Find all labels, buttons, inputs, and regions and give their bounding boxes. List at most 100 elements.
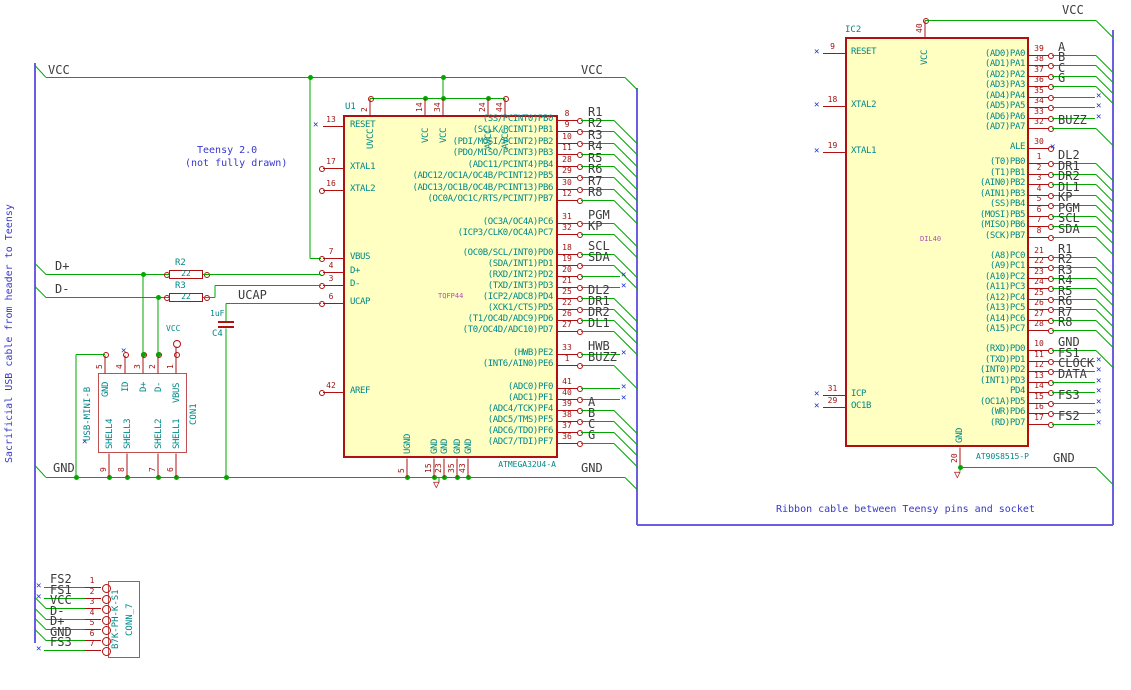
no-connect-icon: ✕ — [1096, 407, 1102, 417]
net-label[interactable]: SDA — [588, 251, 610, 263]
pin-number: 3 — [89, 597, 95, 606]
wire — [581, 264, 614, 266]
bus-entry — [1095, 298, 1114, 317]
net-label[interactable]: G — [588, 429, 595, 441]
net-label-dplus[interactable]: D+ — [55, 260, 69, 272]
u1-ref[interactable]: U1 — [345, 103, 356, 112]
net-label-vcc[interactable]: VCC — [48, 64, 70, 76]
net-label[interactable]: R8 — [1058, 316, 1072, 328]
net-label-vcc[interactable]: VCC — [581, 64, 603, 76]
pin-number: 24 — [1034, 277, 1044, 286]
pin-name: SHELL1 — [172, 418, 182, 449]
no-connect-icon: ✕ — [1096, 386, 1102, 396]
usb-cable-bus — [34, 63, 36, 643]
net-label[interactable]: G — [1058, 72, 1065, 84]
wire — [581, 233, 614, 235]
net-label-vcc[interactable]: VCC — [1062, 4, 1084, 16]
conn7-ref[interactable]: CONN_7 — [125, 603, 135, 636]
net-label-dminus[interactable]: D- — [55, 283, 69, 295]
net-label[interactable]: R8 — [588, 186, 602, 198]
no-connect-icon: ✕ — [621, 348, 627, 358]
net-label[interactable]: KP — [588, 220, 602, 232]
pin-line — [1029, 329, 1049, 331]
pin-number: 3 — [328, 274, 334, 283]
net-label-gnd[interactable]: GND — [1053, 452, 1075, 464]
ribbon-bus-bottom — [637, 524, 1113, 526]
pin-end-circle — [319, 390, 325, 396]
ground-icon: ▽ — [954, 468, 961, 481]
bus-entry — [34, 607, 47, 620]
bus-entry — [34, 464, 47, 478]
pin-name: (A15)PC7 — [984, 324, 1026, 334]
net-label[interactable]: FS3 — [1058, 389, 1080, 401]
ic2-ref[interactable]: IC2 — [845, 26, 861, 35]
pin-line — [1029, 127, 1049, 129]
pin-number: 40 — [915, 23, 924, 33]
pin-number: 5 — [95, 364, 104, 369]
con1-value[interactable]: USB-MINI-B — [83, 387, 93, 441]
pin-name: SHELL2 — [154, 418, 164, 449]
pin-name: (OC1A)PD5 — [979, 397, 1026, 407]
pin-number: 6 — [89, 629, 95, 638]
net-label[interactable]: SDA — [1058, 223, 1080, 235]
pin-line — [323, 125, 343, 127]
bus-entry — [34, 285, 47, 298]
wire — [1052, 127, 1096, 129]
pin-line — [323, 271, 343, 273]
pin-number: 3 — [1036, 173, 1042, 182]
r2-ref[interactable]: R2 — [175, 259, 186, 268]
pin-number: 33 — [562, 343, 572, 352]
no-connect-icon: ✕ — [814, 389, 820, 399]
pin-name: (T1)PB1 — [989, 168, 1026, 178]
conn7-pin-circle — [101, 604, 111, 614]
pin-number: 1 — [89, 576, 95, 585]
pin-name: (AD6)PA6 — [984, 112, 1026, 122]
con1-ref[interactable]: CON1 — [189, 403, 199, 425]
net-label-gnd[interactable]: GND — [53, 462, 75, 474]
net-label[interactable]: FS2 — [1058, 410, 1080, 422]
pin-name: (MISO)PB6 — [979, 220, 1026, 230]
wire — [225, 328, 227, 477]
pin-name: VBUS — [172, 382, 182, 403]
net-label-gnd[interactable]: GND — [581, 462, 603, 474]
pin-name: (PDI/MOSI/PCINT2)PB2 — [452, 137, 554, 147]
pin-line — [323, 302, 343, 304]
bus-entry — [1095, 236, 1114, 255]
pin-name: (HWB)PE2 — [512, 348, 554, 358]
pin-name: (A12)PC4 — [984, 293, 1026, 303]
pin-number: 16 — [1034, 402, 1044, 411]
conn7-value[interactable]: B7K-PH-K-S1 — [111, 589, 121, 649]
pin-number: 27 — [562, 320, 572, 329]
pin-line — [504, 98, 506, 115]
wire — [1052, 236, 1096, 238]
pin-number: 40 — [562, 388, 572, 397]
pin-name: (ADC11/PCINT4)PB4 — [467, 160, 554, 170]
net-label[interactable]: BUZZ — [1058, 114, 1087, 126]
pin-name: (ADC12/OC1A/OC4B/PCINT12)PB5 — [412, 171, 553, 181]
c4-ref[interactable]: C4 — [212, 330, 223, 339]
junction-dot — [155, 351, 161, 357]
pin-name: (A13)PC5 — [984, 303, 1026, 313]
pin-line — [406, 458, 408, 477]
pin-name: (SS/PCINT0)PB0 — [482, 114, 554, 124]
junction-dot — [140, 351, 146, 357]
net-label[interactable]: DATA — [1058, 368, 1087, 380]
bus-entry — [613, 297, 638, 322]
pin-name: GND — [955, 427, 965, 443]
net-label[interactable]: BUZZ — [588, 351, 617, 363]
bus-entry — [613, 308, 638, 333]
pin-name: (MOSI)PB5 — [979, 210, 1026, 220]
bus-entry — [1095, 329, 1114, 348]
pin-number: 42 — [326, 381, 336, 390]
pin-number: 22 — [562, 298, 572, 307]
pin-number: 7 — [328, 247, 334, 256]
pin-number: 8 — [564, 109, 570, 118]
net-label[interactable]: DL1 — [588, 317, 610, 329]
pin-name: (WR)PD6 — [989, 407, 1026, 417]
net-label[interactable]: FS3 — [50, 636, 72, 648]
pin-name: (INT6/AIN0)PE6 — [482, 359, 554, 369]
r3-ref[interactable]: R3 — [175, 282, 186, 291]
pin-name: SHELL4 — [105, 418, 115, 449]
net-label-ucap[interactable]: UCAP — [238, 289, 267, 301]
no-connect-icon: ✕ — [621, 270, 627, 280]
